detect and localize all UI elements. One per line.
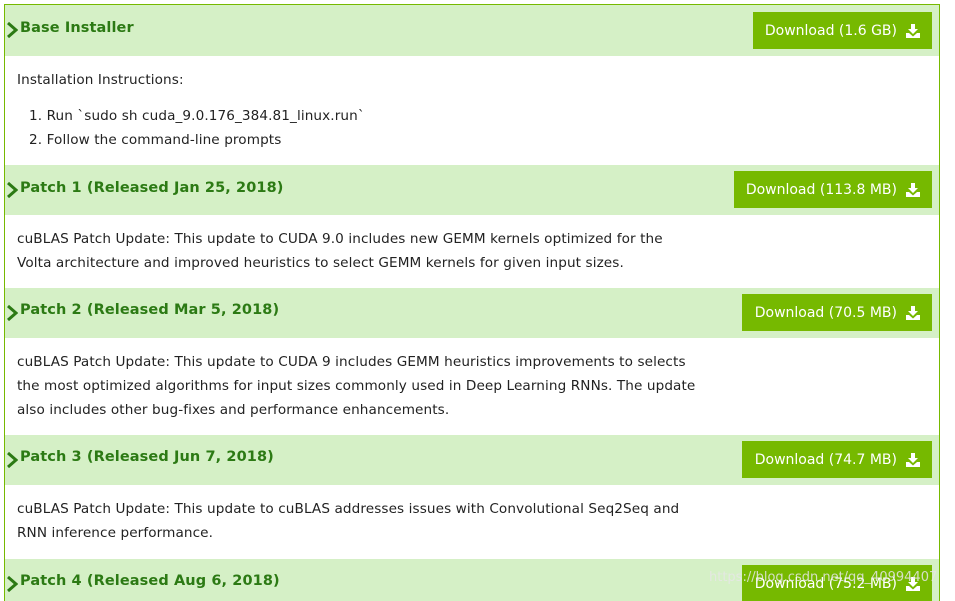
section-header-base-installer[interactable]: Base Installer Download (1.6 GB) [5, 5, 939, 56]
patch-1-description: cuBLAS Patch Update: This update to CUDA… [17, 227, 663, 275]
download-label: Download (74.7 MB) [754, 451, 897, 468]
patch-3-description: cuBLAS Patch Update: This update to cuBL… [17, 497, 679, 545]
instructions-heading: Installation Instructions: [17, 72, 184, 88]
description-line: cuBLAS Patch Update: This update to CUDA… [17, 231, 663, 247]
watermark: https://blog.csdn.net/qq_40994407 [709, 570, 938, 585]
chevron-right-icon [7, 182, 18, 198]
download-button-base-installer[interactable]: Download (1.6 GB) [753, 12, 932, 49]
description-line: RNN inference performance. [17, 525, 214, 541]
section-title: Patch 3 (Released Jun 7, 2018) [20, 449, 274, 465]
description-line: also includes other bug-fixes and perfor… [17, 402, 450, 418]
download-icon [906, 305, 920, 320]
chevron-right-icon [7, 576, 18, 592]
section-header-patch-1[interactable]: Patch 1 (Released Jan 25, 2018) Download… [5, 165, 939, 215]
section-title: Patch 2 (Released Mar 5, 2018) [20, 302, 280, 318]
chevron-right-icon [7, 22, 18, 38]
description-line: the most optimized algorithms for input … [17, 378, 696, 394]
description-line: Volta architecture and improved heuristi… [17, 255, 624, 271]
section-title: Patch 4 (Released Aug 6, 2018) [20, 573, 280, 589]
chevron-right-icon [7, 452, 18, 468]
section-title: Base Installer [20, 20, 134, 36]
instruction-steps: 1. Run `sudo sh cuda_9.0.176_384.81_linu… [17, 104, 365, 152]
section-header-patch-3[interactable]: Patch 3 (Released Jun 7, 2018) Download … [5, 435, 939, 485]
list-item: 1. Run `sudo sh cuda_9.0.176_384.81_linu… [29, 108, 365, 124]
download-label: Download (1.6 GB) [764, 22, 897, 39]
installation-instructions: Installation Instructions: 1. Run `sudo … [17, 68, 365, 152]
section-header-patch-2[interactable]: Patch 2 (Released Mar 5, 2018) Download … [5, 288, 939, 338]
chevron-right-icon [7, 305, 18, 321]
download-label: Download (70.5 MB) [754, 304, 897, 321]
download-button-patch-1[interactable]: Download (113.8 MB) [734, 171, 932, 208]
description-line: cuBLAS Patch Update: This update to cuBL… [17, 501, 680, 517]
download-icon [906, 182, 920, 197]
section-title: Patch 1 (Released Jan 25, 2018) [20, 180, 284, 196]
download-label: Download (113.8 MB) [745, 181, 897, 198]
download-icon [906, 23, 920, 38]
list-item: 2. Follow the command-line prompts [29, 132, 282, 148]
patch-2-description: cuBLAS Patch Update: This update to CUDA… [17, 350, 695, 422]
cuda-downloads-panel: Base Installer Download (1.6 GB) Install… [4, 4, 940, 601]
description-line: cuBLAS Patch Update: This update to CUDA… [17, 354, 686, 370]
download-icon [906, 452, 920, 467]
download-button-patch-2[interactable]: Download (70.5 MB) [742, 294, 932, 331]
download-button-patch-3[interactable]: Download (74.7 MB) [742, 441, 932, 478]
